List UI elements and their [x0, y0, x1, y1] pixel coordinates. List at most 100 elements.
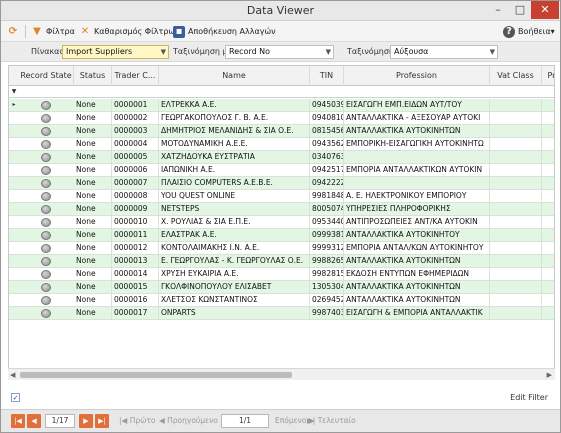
cell-tin[interactable]: 094356274 [310, 138, 344, 151]
cell-empty[interactable] [490, 125, 542, 138]
cell-code[interactable]: 0000001 [112, 99, 159, 112]
cell-tin[interactable]: 999931267 [310, 242, 344, 255]
save-changes-button[interactable]: ▪ Αποθήκευση Αλλαγών [173, 24, 276, 39]
cell-empty[interactable] [490, 164, 542, 177]
last-page-button[interactable]: ▶| Τελευταίο [307, 414, 356, 428]
grid-filter-row[interactable]: ▼ [9, 86, 554, 98]
cell-status[interactable]: None [74, 281, 112, 294]
cell-tin[interactable]: 095344076 [310, 216, 344, 229]
cell-empty[interactable] [542, 177, 554, 190]
table-row[interactable]: None 0000007 ΠΛΑΙΣΙΟ COMPUTERS Α.Ε.Β.Ε. 094… [9, 177, 554, 190]
cell-code[interactable]: 0000011 [112, 229, 159, 242]
table-row[interactable]: None0000004ΜΟΤΟΔΥΝΑΜΙΚΗ Α.Ε.Ε.094356274Ε… [9, 138, 554, 151]
cell-empty[interactable] [542, 125, 554, 138]
cell-status[interactable]: None [74, 216, 112, 229]
cell-name[interactable]: ΙΑΠΩΝΙΚΗ Α.Ε. [159, 164, 310, 177]
filters-button[interactable]: ▼ Φίλτρα [31, 24, 75, 39]
cell-name[interactable]: ΓΚΟΛΦΙΝΟΠΟΥΛΟΥ ΕΛΙΣΑΒΕΤ [159, 281, 310, 294]
sort-by-select[interactable]: Record No ▼ [225, 45, 334, 59]
cell-status[interactable]: None [74, 99, 112, 112]
cell-empty[interactable] [542, 203, 554, 216]
cell-tin[interactable]: 998184801 [310, 190, 344, 203]
cell-profession[interactable]: ΑΝΤΑΛΛΑΚΤΙΚΑ ΑΥΤΟΚΙΝΗΤΩΝ [344, 125, 490, 138]
cell-profession[interactable]: ΑΝΤΑΛΛΑΚΤΙΚΑ ΑΥΤΟΚΙΝΗΤΩΝ [344, 281, 490, 294]
cell-code[interactable]: 0000013 [112, 255, 159, 268]
cell-code[interactable]: 0000015 [112, 281, 159, 294]
cell-profession[interactable]: Α. Ε. ΗΛΕΚΤΡΟΝΙΚΟΥ ΕΜΠΟΡΙΟΥ [344, 190, 490, 203]
cell-code[interactable]: 0000017 [112, 307, 159, 320]
cell-tin[interactable]: 026945292 [310, 294, 344, 307]
table-row[interactable]: None0000009NETSTEPS800507427ΥΠΗΡΕΣΙΕΣ ΠΛ… [9, 203, 554, 216]
help-button[interactable]: ? Βοήθεια▾ [503, 24, 555, 39]
column-header[interactable]: Trader C... [112, 66, 159, 86]
scroll-left-icon[interactable]: ◀ [10, 369, 15, 381]
cell-empty[interactable] [490, 190, 542, 203]
cell-empty[interactable] [490, 99, 542, 112]
cell-name[interactable]: YOU QUEST ONLINE [159, 190, 310, 203]
cell-empty[interactable] [542, 307, 554, 320]
cell-empty[interactable] [490, 112, 542, 125]
cell-tin[interactable]: 998740324 [310, 307, 344, 320]
cell-empty[interactable] [490, 242, 542, 255]
cell-name[interactable]: Ε. ΓΕΩΡΓΟΥΛΑΣ - Κ. ΓΕΩΡΓΟΥΛΑΣ Ο.Ε. [159, 255, 310, 268]
cell-tin[interactable]: 998281510 [310, 268, 344, 281]
cell-code[interactable]: 0000003 [112, 125, 159, 138]
cell-code[interactable]: 0000007 [112, 177, 159, 190]
cell-status[interactable]: None [74, 242, 112, 255]
column-header[interactable]: Pr [542, 66, 555, 86]
cell-code[interactable]: 0000012 [112, 242, 159, 255]
table-row[interactable]: None0000017ONPARTS998740324ΕΙΣΑΓΩΓΗ & ΕΜ… [9, 307, 554, 320]
last-record-icon[interactable]: ▶| [95, 414, 109, 428]
cell-empty[interactable] [542, 164, 554, 177]
cell-code[interactable]: 0000009 [112, 203, 159, 216]
cell-profession[interactable] [344, 177, 490, 190]
cell-status[interactable]: None [74, 164, 112, 177]
cell-empty[interactable] [542, 138, 554, 151]
table-row[interactable]: ▸ None0000001ΕΛΤΡΕΚΚΑ Α.Ε.094503985ΕΙΣΑΓΩ… [9, 99, 554, 112]
cell-code[interactable]: 0000005 [112, 151, 159, 164]
cell-profession[interactable]: ΕΜΠΟΡΙΑ ΑΝΤΑΛ/ΚΩΝ ΑΥΤΟΚΙΝΗΤΟΥ [344, 242, 490, 255]
cell-name[interactable]: ΧΛΕΤΣΟΣ ΚΩΝΣΤΑΝΤΙΝΟΣ [159, 294, 310, 307]
cell-empty[interactable] [490, 255, 542, 268]
cell-profession[interactable]: ΑΝΤΙΠΡΟΣΩΠΕΙΕΣ ΑΝΤ/ΚΑ ΑΥΤΟΚΙΝ [344, 216, 490, 229]
cell-name[interactable]: ΧΑΤΖΗΔΟΥΚΑ ΕΥΣΤΡΑΤΙΑ [159, 151, 310, 164]
cell-name[interactable]: ΧΡΥΣΗ ΕΥΚΑΙΡΙΑ Α.Ε. [159, 268, 310, 281]
cell-tin[interactable]: 800507427 [310, 203, 344, 216]
cell-status[interactable]: None [74, 307, 112, 320]
refresh-button[interactable]: ⟳ [7, 24, 22, 39]
cell-name[interactable]: ΜΟΤΟΔΥΝΑΜΙΚΗ Α.Ε.Ε. [159, 138, 310, 151]
column-header[interactable]: Status [74, 66, 112, 86]
table-row[interactable]: None 0000010 Χ. ΡΟΥΛΙΑΣ & ΣΙΑ Ε.Π.Ε. 095344… [9, 216, 554, 229]
column-header[interactable]: Vat Class [490, 66, 542, 86]
table-row[interactable]: None 0000012 ΚΟΝΤΟΛΑΙΜΑΚΗΣ Ι.Ν. Α.Ε. 999931… [9, 242, 554, 255]
cell-status[interactable]: None [74, 138, 112, 151]
cell-empty[interactable] [490, 203, 542, 216]
cell-empty[interactable] [542, 281, 554, 294]
cell-empty[interactable] [490, 216, 542, 229]
page-position[interactable]: 1/1 [221, 414, 269, 428]
cell-profession[interactable]: ΕΙΣΑΓΩΓΗ & ΕΜΠΟΡΙΑ ΑΝΤΑΛΛΑΚΤΙΚ [344, 307, 490, 320]
cell-profession[interactable]: ΕΚΔΟΣΗ ΕΝΤΥΠΩΝ ΕΦΗΜΕΡΙΔΩΝ [344, 268, 490, 281]
cell-code[interactable]: 0000016 [112, 294, 159, 307]
cell-name[interactable]: NETSTEPS [159, 203, 310, 216]
cell-name[interactable]: Χ. ΡΟΥΛΙΑΣ & ΣΙΑ Ε.Π.Ε. [159, 216, 310, 229]
table-row[interactable]: None0000011ΕΛΑΣΤΡΑΚ Α.Ε.099938183ΑΝΤΑΛΛΑ… [9, 229, 554, 242]
cell-tin[interactable]: 094222211 [310, 177, 344, 190]
maximize-button[interactable]: □ [509, 1, 531, 19]
table-row[interactable]: None 0000003 ΔΗΜΗΤΡΙΟΣ ΜΕΛΑΝΙΔΗΣ & ΣΙΑ Ο.Ε… [9, 125, 554, 138]
cell-name[interactable]: ONPARTS [159, 307, 310, 320]
table-row[interactable]: None0000006ΙΑΠΩΝΙΚΗ Α.Ε.094251728ΕΜΠΟΡΙΑ… [9, 164, 554, 177]
cell-status[interactable]: None [74, 112, 112, 125]
cell-empty[interactable] [542, 242, 554, 255]
table-row[interactable]: None 0000013 Ε. ΓΕΩΡΓΟΥΛΑΣ - Κ. ΓΕΩΡΓΟΥΛΑΣ… [9, 255, 554, 268]
cell-profession[interactable]: ΕΜΠΟΡΙΚΗ-ΕΙΣΑΓΩΓΙΚΗ ΑΥΤΟΚΙΝΗΤΩ [344, 138, 490, 151]
cell-name[interactable]: ΠΛΑΙΣΙΟ COMPUTERS Α.Ε.Β.Ε. [159, 177, 310, 190]
cell-tin[interactable]: 094503985 [310, 99, 344, 112]
cell-code[interactable]: 0000006 [112, 164, 159, 177]
sort-order-select[interactable]: Αύξουσα ▼ [390, 45, 498, 59]
cell-profession[interactable]: ΥΠΗΡΕΣΙΕΣ ΠΛΗΡΟΦΟΡΙΚΗΣ [344, 203, 490, 216]
first-page-button[interactable]: |◀ Πρώτο [119, 414, 155, 428]
table-row[interactable]: None0000008YOU QUEST ONLINE998184801Α. Ε… [9, 190, 554, 203]
cell-status[interactable]: None [74, 190, 112, 203]
cell-empty[interactable] [542, 151, 554, 164]
